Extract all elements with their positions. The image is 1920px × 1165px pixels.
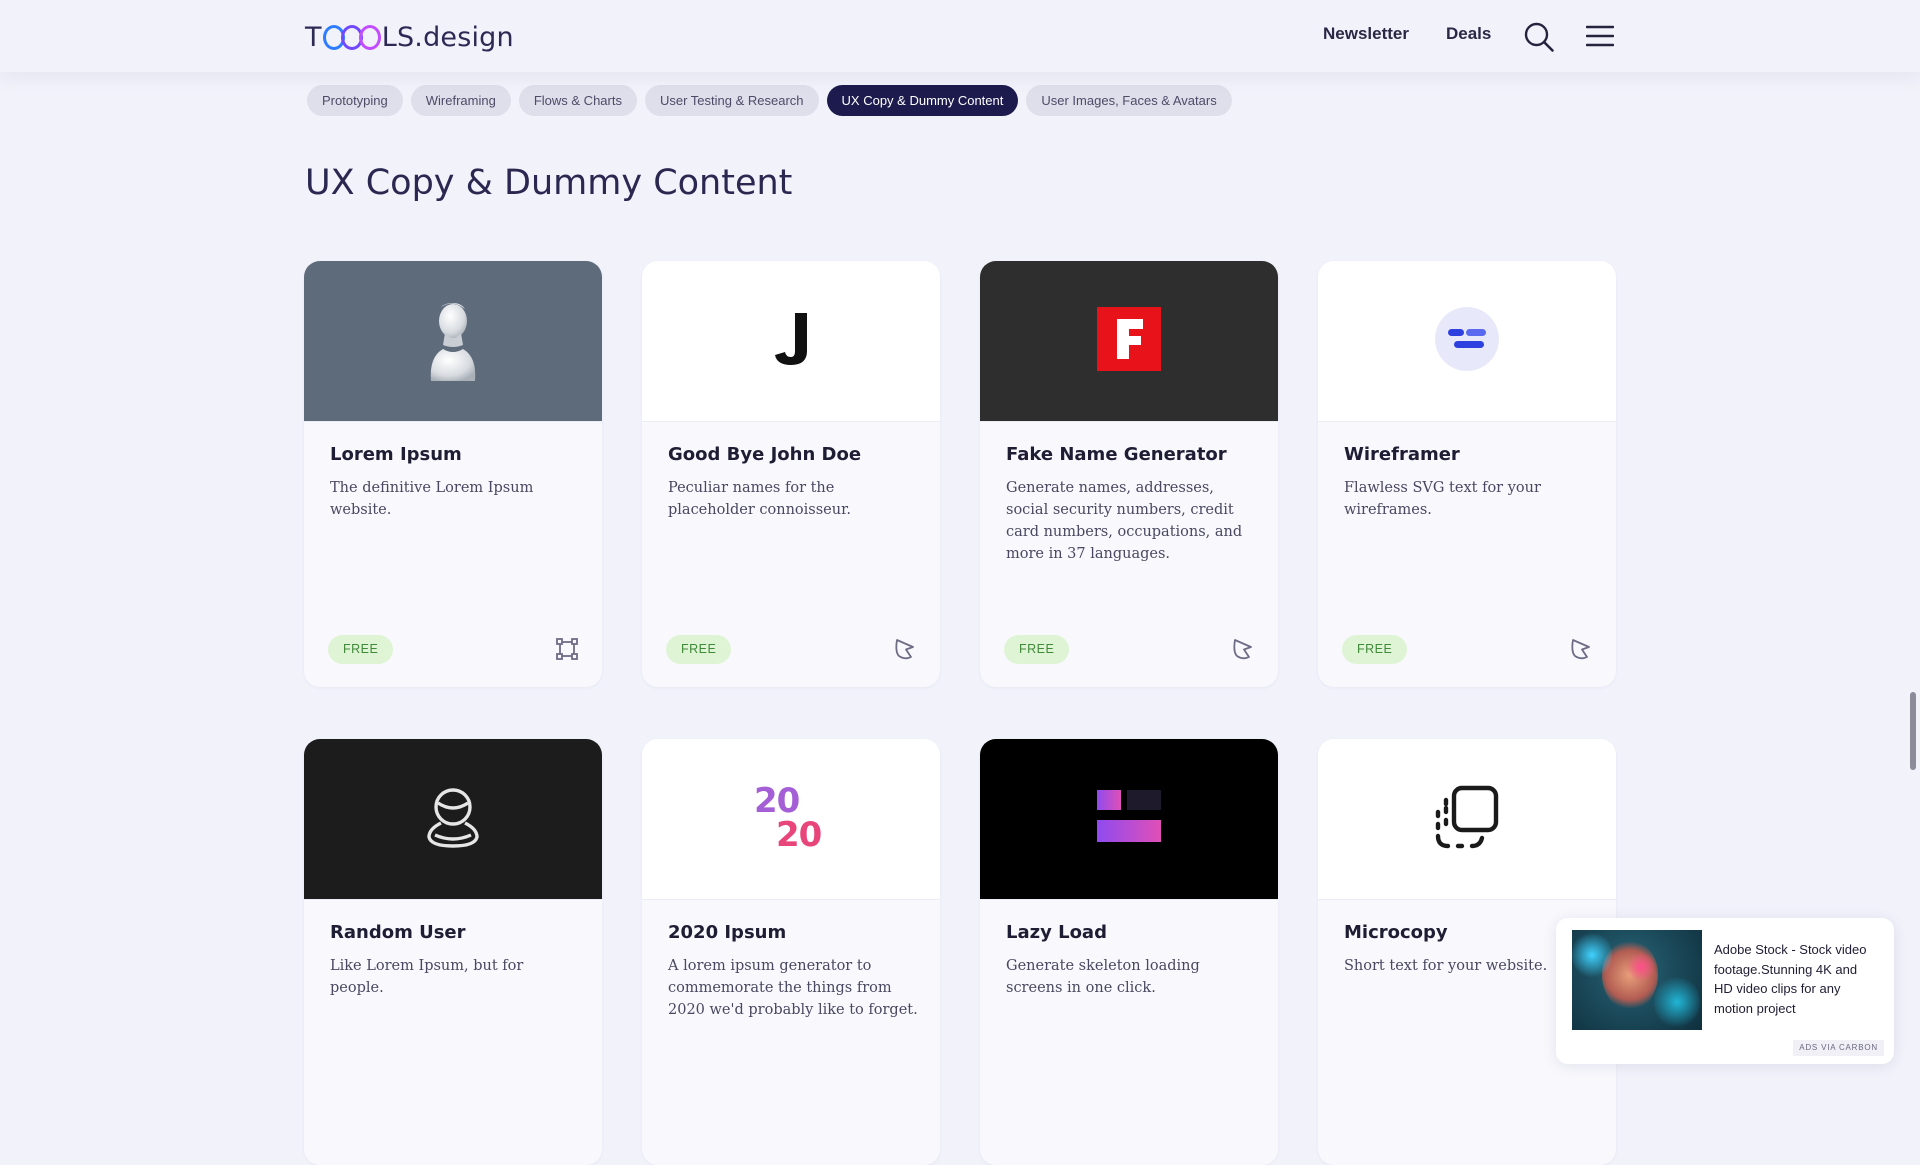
search-icon[interactable] <box>1523 21 1555 53</box>
card-thumbnail <box>1318 261 1616 422</box>
card-description: The definitive Lorem Ipsum website. <box>330 480 534 518</box>
logo-text-end: LS.design <box>381 21 514 53</box>
page-title: UX Copy & Dummy Content <box>305 163 793 203</box>
free-badge: FREE <box>666 635 732 664</box>
card-title: Lorem Ipsum <box>330 444 462 465</box>
letter-f-logo-icon <box>1097 306 1161 376</box>
card-thumbnail <box>980 261 1278 422</box>
card-description: Like Lorem Ipsum, but for people. <box>330 958 524 996</box>
category-chip-user-testing[interactable]: User Testing & Research <box>644 85 819 116</box>
bust-statue-icon <box>425 297 481 386</box>
card-title: Good Bye John Doe <box>668 444 862 465</box>
web-pointer-icon <box>1568 636 1594 662</box>
tool-card-fake-name-generator[interactable]: Fake Name Generator Generate names, addr… <box>980 261 1278 687</box>
tool-card-random-user[interactable]: Random User Like Lorem Ipsum, but for pe… <box>304 739 602 1165</box>
hamburger-menu-icon[interactable] <box>1585 24 1615 48</box>
card-description: Generate skeleton loading screens in one… <box>1006 958 1200 996</box>
ad-thumbnail-image[interactable] <box>1572 930 1702 1030</box>
site-header: T LS.design Newsletter Deals <box>0 0 1920 72</box>
category-chip-prototyping[interactable]: Prototyping <box>307 85 403 116</box>
lazy-load-logo-icon <box>1097 789 1161 849</box>
tool-card-good-bye-john-doe[interactable]: Good Bye John Doe Peculiar names for the… <box>642 261 940 687</box>
card-thumbnail: 20 20 <box>642 739 940 900</box>
card-title: Fake Name Generator <box>1006 444 1227 465</box>
wireframer-logo-icon <box>1435 306 1499 376</box>
tool-card-2020-ipsum[interactable]: 20 20 2020 Ipsum A lorem ipsum generator… <box>642 739 940 1165</box>
card-thumbnail <box>642 261 940 422</box>
ad-text[interactable]: Adobe Stock - Stock video footage.Stunni… <box>1714 940 1878 1018</box>
card-title: Microcopy <box>1344 922 1448 943</box>
2020-ipsum-logo: 20 20 <box>754 781 822 855</box>
tool-card-lorem-ipsum[interactable]: Lorem Ipsum The definitive Lorem Ipsum w… <box>304 261 602 687</box>
free-badge: FREE <box>1004 635 1070 664</box>
nav-newsletter-link[interactable]: Newsletter <box>1323 24 1409 44</box>
microcopy-logo-icon <box>1434 784 1500 855</box>
card-description: A lorem ipsum generator to commemorate t… <box>668 958 918 1018</box>
card-title: 2020 Ipsum <box>668 922 787 943</box>
logo-rings-icon <box>322 24 381 50</box>
card-title: Random User <box>330 922 466 943</box>
card-title: Lazy Load <box>1006 922 1107 943</box>
letter-j-logo-icon <box>771 309 811 374</box>
card-thumbnail <box>980 739 1278 900</box>
card-description: Generate names, addresses, social securi… <box>1006 480 1243 562</box>
category-chip-wireframing[interactable]: Wireframing <box>410 85 511 116</box>
ads-via-carbon-label[interactable]: ADS VIA CARBON <box>1793 1040 1884 1056</box>
free-badge: FREE <box>1342 635 1408 664</box>
card-description: Flawless SVG text for your wireframes. <box>1344 480 1541 518</box>
category-chip-user-images[interactable]: User Images, Faces & Avatars <box>1026 85 1232 116</box>
card-thumbnail <box>304 261 602 422</box>
random-user-logo-icon <box>423 783 483 856</box>
carbon-ad[interactable]: Adobe Stock - Stock video footage.Stunni… <box>1556 918 1894 1064</box>
card-thumbnail <box>1318 739 1616 900</box>
page-scrollbar[interactable] <box>1910 692 1916 770</box>
nav-deals-link[interactable]: Deals <box>1446 24 1491 44</box>
category-chip-ux-copy[interactable]: UX Copy & Dummy Content <box>826 85 1019 116</box>
tool-card-wireframer[interactable]: Wireframer Flawless SVG text for your wi… <box>1318 261 1616 687</box>
logo-text-start: T <box>305 21 322 53</box>
card-thumbnail <box>304 739 602 900</box>
category-filter-bar: Prototyping Wireframing Flows & Charts U… <box>307 85 1232 116</box>
site-logo[interactable]: T LS.design <box>305 20 514 54</box>
web-pointer-icon <box>1230 636 1256 662</box>
card-title: Wireframer <box>1344 444 1460 465</box>
card-description: Peculiar names for the placeholder conno… <box>668 480 852 518</box>
tool-card-lazy-load[interactable]: Lazy Load Generate skeleton loading scre… <box>980 739 1278 1165</box>
free-badge: FREE <box>328 635 394 664</box>
web-pointer-icon <box>892 636 918 662</box>
figma-frame-icon <box>554 636 580 662</box>
category-chip-flows-charts[interactable]: Flows & Charts <box>518 85 637 116</box>
